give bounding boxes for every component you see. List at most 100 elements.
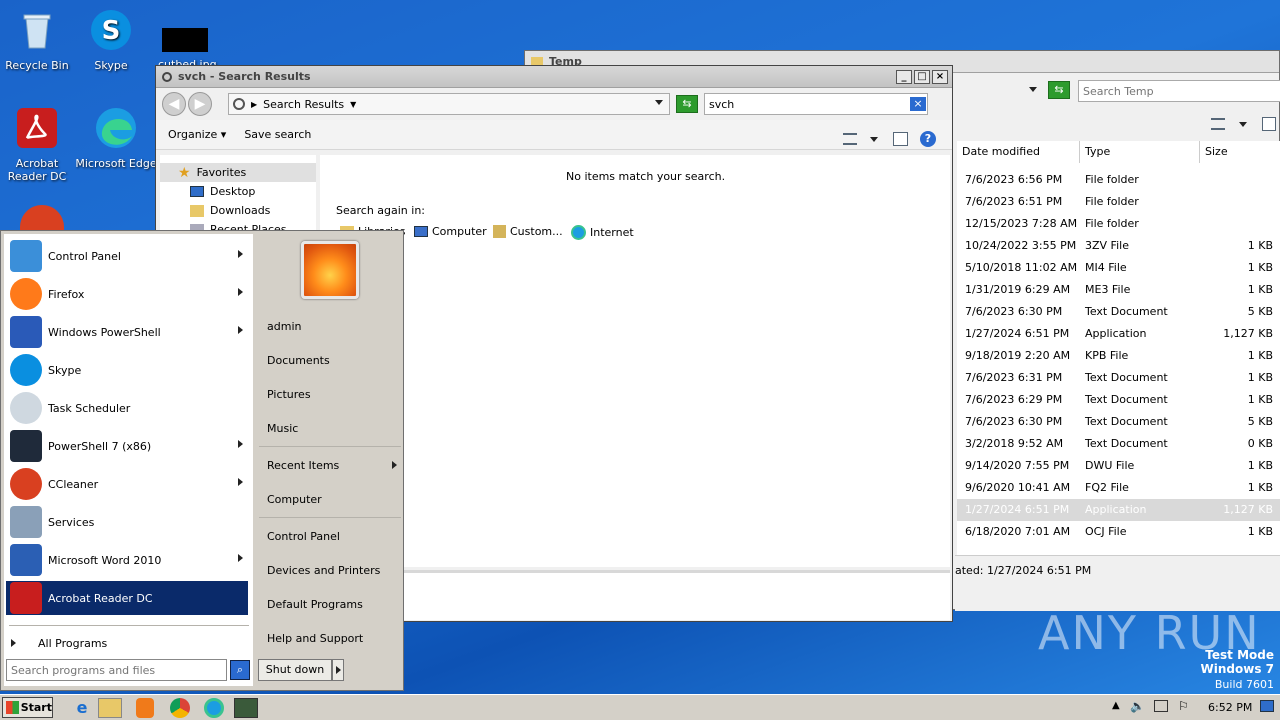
start-program-acrobat[interactable]: Acrobat Reader DC [6, 581, 248, 615]
table-row[interactable]: 6/18/2020 7:01 AM OCJ File 1 KB [957, 521, 1280, 543]
network-icon[interactable] [1154, 700, 1168, 712]
taskbar-edge-icon[interactable] [204, 698, 224, 718]
column-header-date[interactable]: Date modified [957, 141, 1080, 163]
desktop-icon-skype[interactable]: S Skype [74, 8, 148, 72]
start-right-documents[interactable]: Documents [267, 354, 330, 367]
address-history-arrow[interactable] [655, 100, 663, 105]
table-row[interactable]: 3/2/2018 9:52 AM Text Document 0 KB [957, 433, 1280, 455]
user-picture[interactable] [301, 241, 359, 299]
table-row[interactable]: 10/24/2022 3:55 PM 3ZV File 1 KB [957, 235, 1280, 257]
desktop-icon-acrobat[interactable]: Acrobat Reader DC [0, 106, 74, 183]
table-row[interactable]: 7/6/2023 6:51 PM File folder [957, 191, 1280, 213]
desktop-icon-recycle-bin[interactable]: Recycle Bin [0, 8, 74, 72]
search-again-custom[interactable]: Custom... [493, 225, 563, 238]
forward-button[interactable]: ▶ [188, 92, 212, 116]
change-view-icon[interactable] [843, 133, 857, 145]
ccleaner-desktop-icon-partial[interactable] [20, 205, 64, 231]
view-dropdown-arrow[interactable] [870, 137, 878, 142]
start-right-pictures[interactable]: Pictures [267, 388, 311, 401]
organize-menu[interactable]: Organize ▾ [168, 128, 226, 141]
all-programs[interactable]: All Programs [11, 633, 249, 653]
start-right-music[interactable]: Music [267, 422, 298, 435]
start-program-task-scheduler[interactable]: Task Scheduler [6, 391, 248, 425]
start-program-ccleaner[interactable]: CCleaner [6, 467, 248, 501]
save-search-button[interactable]: Save search [244, 128, 311, 141]
table-row[interactable]: 7/6/2023 6:56 PM File folder [957, 169, 1280, 191]
help-icon[interactable]: ? [920, 131, 936, 147]
search-input[interactable] [704, 93, 928, 115]
start-program-firefox[interactable]: Firefox [6, 277, 248, 311]
refresh-button[interactable]: ⇆ [676, 95, 698, 113]
table-row[interactable]: 9/6/2020 10:41 AM FQ2 File 1 KB [957, 477, 1280, 499]
clock[interactable]: 6:52 PM [1208, 701, 1252, 714]
breadcrumb-separator-arrow[interactable]: ▶ [251, 100, 257, 109]
preview-pane-icon[interactable] [893, 132, 908, 146]
temp-dropdown-arrow[interactable] [1029, 87, 1037, 92]
recent-items-arrow-icon [392, 461, 397, 469]
start-button[interactable]: Start [2, 697, 53, 718]
breadcrumb-dropdown-arrow[interactable]: ▼ [350, 100, 356, 109]
cell-type: File folder [1085, 195, 1139, 208]
view-options-icon[interactable] [1211, 118, 1225, 130]
table-row[interactable]: 1/27/2024 6:51 PM Application 1,127 KB [957, 323, 1280, 345]
taskbar-media-player-icon[interactable] [136, 698, 154, 718]
start-program-services[interactable]: Services [6, 505, 248, 539]
temp-search-input[interactable] [1078, 80, 1280, 102]
search-window-titlebar[interactable]: svch - Search Results _ □ × [156, 66, 952, 88]
show-desktop-icon[interactable] [1260, 700, 1274, 712]
table-row[interactable]: 9/18/2019 2:20 AM KPB File 1 KB [957, 345, 1280, 367]
start-right-computer[interactable]: Computer [267, 493, 322, 506]
taskbar-explorer-icon[interactable] [98, 698, 122, 718]
preview-pane-icon[interactable] [1262, 117, 1276, 131]
clear-search-button[interactable]: × [910, 97, 926, 111]
start-program-control-panel[interactable]: Control Panel [6, 239, 248, 273]
desktop-file-thumbnail[interactable] [162, 28, 208, 52]
shutdown-button[interactable]: Shut down [258, 659, 332, 681]
table-row[interactable]: 7/6/2023 6:29 PM Text Document 1 KB [957, 389, 1280, 411]
minimize-button[interactable]: _ [896, 69, 912, 84]
back-button[interactable]: ◀ [162, 92, 186, 116]
cell-date: 7/6/2023 6:30 PM [965, 305, 1063, 318]
start-right-recent-items[interactable]: Recent Items [267, 459, 397, 472]
breadcrumb-search-results[interactable]: Search Results [263, 98, 344, 111]
taskbar-app-icon[interactable] [234, 698, 258, 718]
table-row[interactable]: 7/6/2023 6:30 PM Text Document 5 KB [957, 411, 1280, 433]
maximize-button[interactable]: □ [914, 69, 930, 84]
table-row[interactable]: 1/31/2019 6:29 AM ME3 File 1 KB [957, 279, 1280, 301]
table-row[interactable]: 7/6/2023 6:30 PM Text Document 5 KB [957, 301, 1280, 323]
table-row[interactable]: 9/14/2020 7:55 PM DWU File 1 KB [957, 455, 1280, 477]
start-right-admin[interactable]: admin [267, 320, 301, 333]
close-button[interactable]: × [932, 69, 948, 84]
start-search-button[interactable]: ⌕ [230, 660, 250, 680]
nav-desktop[interactable]: Desktop [160, 182, 316, 201]
start-right-control-panel[interactable]: Control Panel [267, 530, 340, 543]
tray-expand-icon[interactable]: ▲ [1112, 700, 1120, 711]
taskbar-chrome-icon[interactable] [170, 698, 190, 718]
volume-icon[interactable]: 🔈 [1130, 699, 1145, 713]
start-right-default-programs[interactable]: Default Programs [267, 598, 363, 611]
table-row[interactable]: 12/15/2023 7:28 AM File folder [957, 213, 1280, 235]
start-right-devices-printers[interactable]: Devices and Printers [267, 564, 380, 577]
column-header-size[interactable]: Size [1200, 141, 1280, 163]
search-again-computer[interactable]: Computer [414, 225, 487, 238]
taskbar-ie-icon[interactable]: e [70, 698, 94, 718]
table-row[interactable]: 7/6/2023 6:31 PM Text Document 1 KB [957, 367, 1280, 389]
shutdown-options-button[interactable] [332, 659, 344, 681]
start-program-powershell7[interactable]: PowerShell 7 (x86) [6, 429, 248, 463]
table-row[interactable]: 1/27/2024 6:51 PM Application 1,127 KB [957, 499, 1280, 521]
search-again-internet[interactable]: Internet [571, 225, 634, 240]
column-header-type[interactable]: Type [1080, 141, 1200, 163]
start-program-powershell[interactable]: Windows PowerShell [6, 315, 248, 349]
view-dropdown-arrow[interactable] [1239, 122, 1247, 127]
start-program-skype[interactable]: Skype [6, 353, 248, 387]
breadcrumb[interactable]: ▶ Search Results ▼ [228, 93, 670, 115]
nav-favorites[interactable]: ★ Favorites [160, 163, 316, 182]
start-program-word[interactable]: Microsoft Word 2010 [6, 543, 248, 577]
start-right-help-support[interactable]: Help and Support [267, 632, 363, 645]
start-search-input[interactable] [6, 659, 227, 681]
table-row[interactable]: 5/10/2018 11:02 AM MI4 File 1 KB [957, 257, 1280, 279]
action-center-flag-icon[interactable]: ⚐ [1178, 699, 1189, 713]
desktop-icon-edge[interactable]: Microsoft Edge [74, 106, 158, 170]
temp-refresh-button[interactable]: ⇆ [1048, 81, 1070, 99]
nav-downloads[interactable]: Downloads [160, 201, 316, 220]
